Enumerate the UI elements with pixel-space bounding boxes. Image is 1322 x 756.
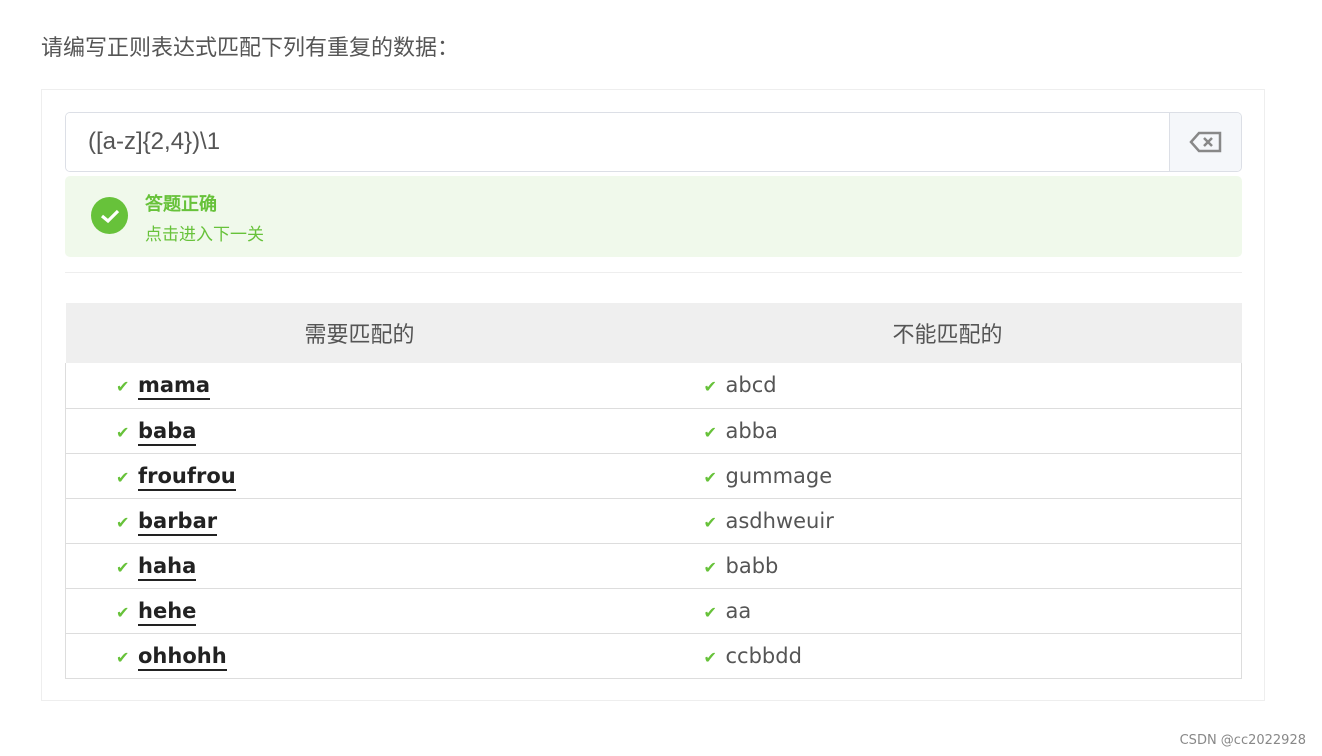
nomatch-cell: ✔ babb bbox=[653, 543, 1242, 589]
check-icon: ✔ bbox=[703, 557, 717, 577]
match-word: mama bbox=[138, 373, 211, 401]
test-cases-table: 需要匹配的 不能匹配的 ✔ mama ✔ abcd ✔ baba ✔ abba ✔ froufro… bbox=[65, 303, 1242, 679]
table-row: ✔ hehe ✔ aa bbox=[65, 588, 1242, 634]
check-icon: ✔ bbox=[116, 422, 130, 442]
check-icon: ✔ bbox=[703, 422, 717, 442]
table-row: ✔ barbar ✔ asdhweuir bbox=[65, 498, 1242, 544]
match-word: haha bbox=[138, 553, 197, 581]
check-icon: ✔ bbox=[116, 512, 130, 532]
match-word: baba bbox=[138, 418, 197, 446]
check-icon: ✔ bbox=[116, 647, 130, 667]
table-row: ✔ froufrou ✔ gummage bbox=[65, 453, 1242, 499]
table-row: ✔ mama ✔ abcd bbox=[65, 363, 1242, 409]
nomatch-word: gummage bbox=[725, 463, 833, 488]
check-icon: ✔ bbox=[703, 467, 717, 487]
nomatch-word: asdhweuir bbox=[725, 508, 834, 533]
match-cell: ✔ ohhohh bbox=[65, 633, 654, 679]
check-icon: ✔ bbox=[116, 602, 130, 622]
quiz-panel: 答题正确 点击进入下一关 需要匹配的 不能匹配的 ✔ mama ✔ abcd ✔ baba… bbox=[41, 89, 1265, 701]
check-icon: ✔ bbox=[703, 377, 717, 397]
nomatch-cell: ✔ abcd bbox=[653, 363, 1242, 409]
check-icon: ✔ bbox=[116, 467, 130, 487]
check-icon: ✔ bbox=[116, 377, 130, 397]
watermark: CSDN @cc2022928 bbox=[1179, 733, 1306, 748]
check-icon: ✔ bbox=[703, 647, 717, 667]
table-row: ✔ haha ✔ babb bbox=[65, 543, 1242, 589]
match-cell: ✔ hehe bbox=[65, 588, 654, 634]
table-row: ✔ ohhohh ✔ ccbbdd bbox=[65, 633, 1242, 679]
check-icon: ✔ bbox=[116, 557, 130, 577]
nomatch-word: abcd bbox=[725, 373, 777, 398]
header-should-not-match: 不能匹配的 bbox=[653, 303, 1242, 363]
header-should-match: 需要匹配的 bbox=[65, 303, 654, 363]
match-cell: ✔ haha bbox=[65, 543, 654, 589]
match-cell: ✔ barbar bbox=[65, 498, 654, 544]
match-word: ohhohh bbox=[138, 643, 227, 671]
next-level-link[interactable]: 点击进入下一关 bbox=[145, 220, 264, 245]
nomatch-word: abba bbox=[725, 418, 778, 443]
alert-title: 答题正确 bbox=[145, 194, 217, 215]
check-icon: ✔ bbox=[703, 512, 717, 532]
check-circle-icon bbox=[91, 197, 128, 234]
table-row: ✔ baba ✔ abba bbox=[65, 408, 1242, 454]
success-alert[interactable]: 答题正确 点击进入下一关 bbox=[65, 176, 1242, 257]
match-word: froufrou bbox=[138, 463, 236, 491]
nomatch-cell: ✔ gummage bbox=[653, 453, 1242, 499]
nomatch-cell: ✔ asdhweuir bbox=[653, 498, 1242, 544]
match-cell: ✔ froufrou bbox=[65, 453, 654, 499]
nomatch-word: aa bbox=[725, 598, 752, 623]
nomatch-cell: ✔ abba bbox=[653, 408, 1242, 454]
nomatch-word: ccbbdd bbox=[725, 643, 802, 668]
check-icon: ✔ bbox=[703, 602, 717, 622]
backspace-icon bbox=[1188, 131, 1221, 153]
nomatch-cell: ✔ ccbbdd bbox=[653, 633, 1242, 679]
divider bbox=[65, 272, 1242, 273]
regex-input[interactable] bbox=[66, 113, 1169, 171]
clear-button[interactable] bbox=[1169, 113, 1241, 171]
nomatch-word: babb bbox=[725, 553, 779, 578]
match-word: barbar bbox=[138, 508, 218, 536]
regex-input-group bbox=[65, 112, 1242, 172]
match-word: hehe bbox=[138, 598, 197, 626]
match-cell: ✔ baba bbox=[65, 408, 654, 454]
nomatch-cell: ✔ aa bbox=[653, 588, 1242, 634]
question-title: 请编写正则表达式匹配下列有重复的数据： bbox=[41, 36, 460, 61]
match-cell: ✔ mama bbox=[65, 363, 654, 409]
